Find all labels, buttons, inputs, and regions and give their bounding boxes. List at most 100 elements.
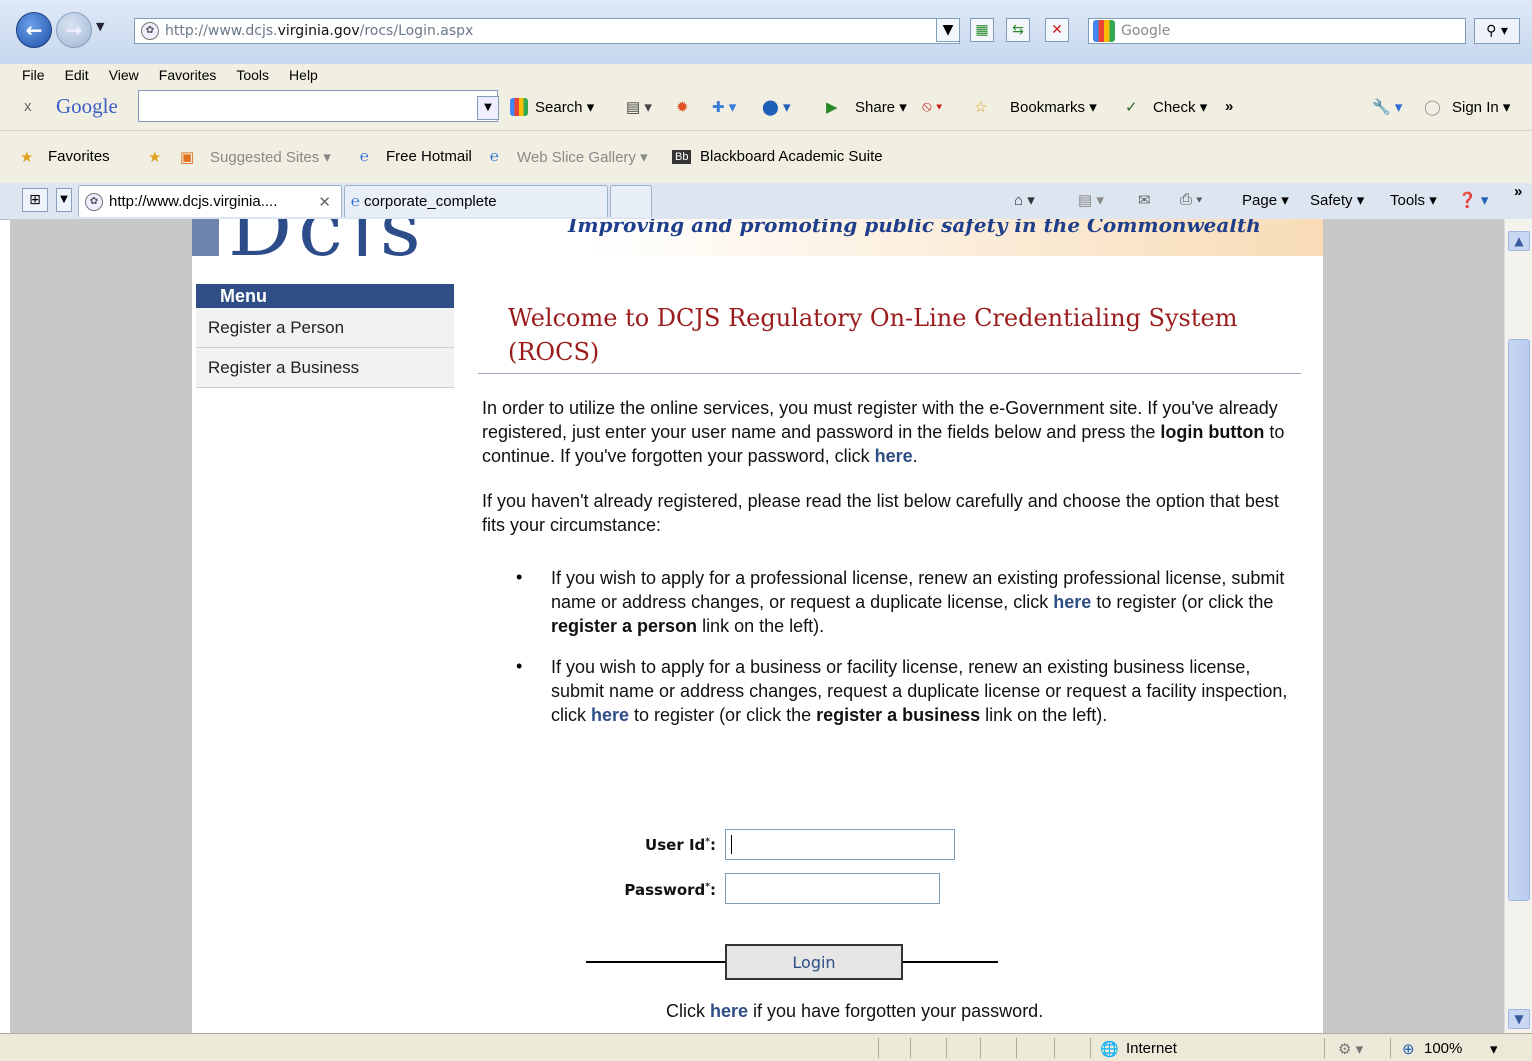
- blackboard-icon: Bb: [672, 150, 692, 164]
- address-dropdown-icon[interactable]: ▼: [936, 18, 960, 42]
- tab-list-icon[interactable]: ▼: [56, 188, 72, 212]
- signin-button[interactable]: Sign In ▾: [1452, 98, 1510, 116]
- login-button-label: Login: [792, 952, 836, 972]
- share-button[interactable]: Share ▾: [855, 98, 907, 116]
- help-icon[interactable]: ❓ ▾: [1458, 191, 1488, 209]
- wrench-icon[interactable]: 🔧 ▾: [1372, 98, 1402, 116]
- internet-zone-icon: 🌐: [1100, 1041, 1119, 1058]
- compatibility-view-icon[interactable]: ▦: [970, 18, 994, 42]
- command-bar-more[interactable]: »: [1514, 183, 1522, 200]
- menu-file[interactable]: File: [22, 67, 45, 83]
- address-text: http://www.dcjs.virginia.gov/rocs/Login.…: [165, 23, 474, 39]
- search-box[interactable]: Google: [1088, 18, 1466, 44]
- search-button[interactable]: ⚲ ▾: [1474, 18, 1520, 44]
- check-button[interactable]: Check ▾: [1153, 98, 1207, 116]
- plus-icon[interactable]: ✚ ▾: [712, 98, 736, 116]
- quick-tabs-icon[interactable]: ⊞: [22, 188, 48, 212]
- address-input[interactable]: ✿ http://www.dcjs.virginia.gov/rocs/Logi…: [134, 18, 960, 44]
- status-divider: [1016, 1038, 1017, 1058]
- tab-dcjs[interactable]: ✿ http://www.dcjs.virginia.... ✕: [78, 185, 342, 217]
- tools-menu[interactable]: Tools ▾: [1390, 191, 1437, 209]
- ie-icon: ℮: [351, 193, 361, 210]
- menu-help[interactable]: Help: [289, 67, 318, 83]
- forgot-password-link[interactable]: here: [875, 446, 913, 466]
- menu-tools[interactable]: Tools: [236, 67, 269, 83]
- site-icon: ✿: [141, 22, 159, 40]
- recent-pages-dropdown-icon[interactable]: ▼: [96, 20, 104, 33]
- bullet-icon: •: [516, 656, 523, 676]
- userid-input[interactable]: [725, 829, 955, 860]
- google-toolbar-input[interactable]: [138, 90, 498, 122]
- password-input[interactable]: [725, 873, 940, 904]
- address-bar-area: ← → ▼ ✿ http://www.dcjs.virginia.gov/roc…: [0, 0, 1532, 65]
- mail-icon[interactable]: ✉: [1138, 191, 1151, 209]
- tab-bar: ⊞ ▼ ✿ http://www.dcjs.virginia.... ✕ ℮ c…: [0, 183, 1532, 220]
- register-person-link[interactable]: here: [1053, 592, 1091, 612]
- close-toolbar-icon[interactable]: x: [24, 98, 32, 115]
- forgot-password-link[interactable]: here: [710, 1001, 748, 1021]
- login-button[interactable]: Login: [725, 944, 903, 980]
- new-tab-button[interactable]: [610, 185, 652, 217]
- ie-icon: ℮: [490, 148, 500, 165]
- more-tools-button[interactable]: »: [1225, 98, 1233, 115]
- menu-view[interactable]: View: [109, 67, 139, 83]
- favorites-button[interactable]: Favorites: [48, 148, 110, 165]
- google-search-button[interactable]: Search ▾: [535, 98, 594, 116]
- scroll-down-icon[interactable]: ▼: [1508, 1009, 1530, 1029]
- intro-paragraph: In order to utilize the online services,…: [482, 398, 1285, 466]
- favorites-star-icon: ★: [20, 149, 34, 166]
- feeds-icon[interactable]: ▤ ▾: [1078, 191, 1104, 209]
- page-title: Welcome to DCJS Regulatory On-Line Crede…: [508, 304, 1238, 366]
- status-divider: [910, 1038, 911, 1058]
- sidebar-item-register-person[interactable]: Register a Person: [196, 308, 454, 348]
- zoom-dropdown-icon[interactable]: ▾: [1490, 1040, 1498, 1058]
- site-tagline: Improving and promoting public safety in…: [568, 219, 1261, 237]
- web-slice-gallery-link[interactable]: Web Slice Gallery ▾: [517, 148, 648, 166]
- free-hotmail-link[interactable]: Free Hotmail: [386, 148, 472, 165]
- dell-icon[interactable]: ⬤ ▾: [762, 98, 790, 116]
- back-button[interactable]: ←: [16, 12, 52, 48]
- news-icon[interactable]: ▤ ▾: [626, 98, 652, 116]
- scroll-up-icon[interactable]: ▲: [1508, 231, 1530, 251]
- google-dropdown-icon[interactable]: ▼: [477, 96, 499, 120]
- vertical-scrollbar[interactable]: ▲ ▼: [1504, 219, 1532, 1033]
- scrollbar-thumb[interactable]: [1508, 339, 1530, 901]
- site-banner: Dcjs Improving and promoting public safe…: [192, 219, 1323, 256]
- page-content: Dcjs Improving and promoting public safe…: [192, 219, 1323, 1033]
- zoom-icon: ⊕: [1402, 1041, 1415, 1058]
- status-divider: [1390, 1038, 1391, 1058]
- close-tab-icon[interactable]: ✕: [318, 193, 331, 211]
- share-icon: ▶: [826, 99, 838, 116]
- stop-icon[interactable]: ✕: [1045, 18, 1069, 42]
- bullet-icon: •: [516, 567, 523, 587]
- google-search-icon: [510, 98, 528, 116]
- home-icon[interactable]: ⌂ ▾: [1014, 191, 1035, 209]
- menu-edit[interactable]: Edit: [65, 67, 89, 83]
- bookmarks-button[interactable]: Bookmarks ▾: [1010, 98, 1097, 116]
- refresh-icon[interactable]: ⇆: [1006, 18, 1030, 42]
- safety-menu[interactable]: Safety ▾: [1310, 191, 1364, 209]
- status-bar: 🌐 Internet ⚙ ▾ ⊕ 100% ▾: [0, 1033, 1532, 1061]
- print-icon[interactable]: ⎙ ▾: [1180, 191, 1202, 208]
- spiral-icon[interactable]: ✹: [676, 98, 689, 116]
- text-cursor: [731, 835, 732, 854]
- suggested-sites-link[interactable]: Suggested Sites ▾: [210, 148, 331, 166]
- signin-icon: ◯: [1424, 99, 1441, 116]
- add-favorite-icon[interactable]: ★: [148, 148, 161, 166]
- register-business-link[interactable]: here: [591, 705, 629, 725]
- tab-label: http://www.dcjs.virginia....: [109, 193, 278, 210]
- site-icon: ✿: [85, 192, 103, 211]
- google-icon: [1093, 20, 1115, 42]
- forward-button[interactable]: →: [56, 12, 92, 48]
- google-logo: Google: [56, 94, 118, 118]
- status-divider: [1324, 1038, 1325, 1058]
- tab-corporate-complete[interactable]: ℮ corporate_complete: [344, 185, 608, 217]
- menu-favorites[interactable]: Favorites: [159, 67, 217, 83]
- protected-mode-icon[interactable]: ⚙ ▾: [1338, 1040, 1363, 1058]
- sidebar-item-register-business[interactable]: Register a Business: [196, 348, 454, 388]
- blackboard-link[interactable]: Blackboard Academic Suite: [700, 148, 883, 165]
- registration-paragraph: If you haven't already registered, pleas…: [482, 491, 1279, 535]
- popup-blocker-icon[interactable]: ⦸ ▾: [922, 98, 942, 115]
- page-menu[interactable]: Page ▾: [1242, 191, 1289, 209]
- zoom-level[interactable]: 100%: [1424, 1040, 1462, 1057]
